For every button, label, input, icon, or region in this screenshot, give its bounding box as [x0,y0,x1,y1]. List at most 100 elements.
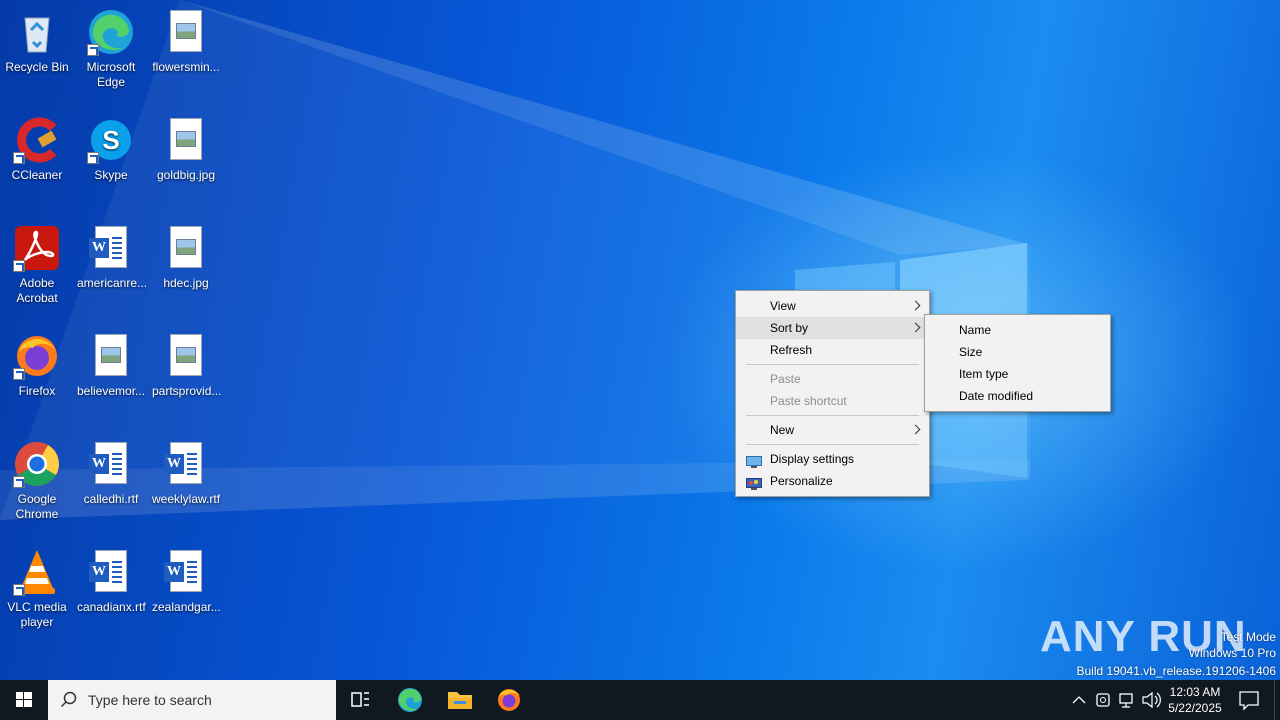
image-file-icon [162,332,210,380]
desktop-icon-ccleaner[interactable]: CCleaner [1,110,73,183]
sort-item-name[interactable]: Name [925,319,1110,341]
sort-item-date-modified[interactable]: Date modified [925,385,1110,407]
shortcut-arrow-icon [87,152,99,164]
image-file-icon [162,116,210,164]
desktop-icon-believemor[interactable]: believemor... [75,326,147,399]
search-placeholder: Type here to search [88,692,212,708]
shortcut-arrow-icon [87,44,99,56]
desktop-icon-skype[interactable]: S Skype [75,110,147,183]
chevron-right-icon [910,322,921,333]
desktop-icon-calledhi[interactable]: W calledhi.rtf [75,434,147,507]
tray-app-icon[interactable] [1092,680,1114,720]
desktop-icon-zealandgar[interactable]: W zealandgar... [150,542,222,615]
taskbar-file-explorer-button[interactable] [434,680,484,720]
menu-item-sort-by[interactable]: Sort by [736,317,929,339]
menu-item-paste[interactable]: Paste [736,368,929,390]
desktop-icon-microsoft-edge[interactable]: Microsoft Edge [75,2,147,90]
shortcut-arrow-icon [13,476,25,488]
menu-item-label: Sort by [770,321,809,335]
menu-item-personalize[interactable]: Personalize [736,470,929,492]
show-hidden-icons-button[interactable] [1068,680,1090,720]
menu-item-paste-shortcut[interactable]: Paste shortcut [736,390,929,412]
desktop-icon-partsprovid[interactable]: partsprovid... [150,326,222,399]
display-settings-icon [746,453,762,468]
menu-item-label: Size [959,345,983,359]
word-doc-icon: W [162,548,210,596]
shortcut-arrow-icon [13,260,25,272]
desktop-icon-label: CCleaner [11,168,63,182]
desktop-icon-canadianx[interactable]: W canadianx.rtf [75,542,147,615]
desktop-icon-recycle-bin[interactable]: Recycle Bin [1,2,73,75]
desktop[interactable]: Recycle Bin Microsoft Edge flowersmin...… [0,0,1280,680]
desktop-icon-label: partsprovid... [152,384,222,398]
menu-item-label: View [770,299,796,313]
menu-item-new[interactable]: New [736,419,929,441]
taskbar-firefox-button[interactable] [484,680,534,720]
recycle-bin-icon [13,8,61,56]
task-view-icon [351,692,369,707]
word-doc-icon: W [87,548,135,596]
sort-item-size[interactable]: Size [925,341,1110,363]
personalize-icon [746,475,762,490]
menu-item-label: Paste shortcut [770,394,847,408]
acrobat-icon [13,224,61,272]
chevron-up-icon [1072,696,1086,704]
menu-item-view[interactable]: View [736,295,929,317]
shortcut-arrow-icon [13,152,25,164]
taskbar-search-box[interactable]: Type here to search [48,680,336,720]
clock[interactable]: 12:03 AM 5/22/2025 [1162,680,1228,720]
menu-item-label: Date modified [959,389,1034,403]
firefox-icon [498,689,520,711]
menu-item-label: Item type [959,367,1009,381]
menu-item-refresh[interactable]: Refresh [736,339,929,361]
watermark-test-mode: Test Mode [1220,630,1276,644]
volume-icon [1142,691,1161,709]
desktop-icon-google-chrome[interactable]: Google Chrome [1,434,73,522]
menu-item-display-settings[interactable]: Display settings [736,448,929,470]
desktop-icon-hdec[interactable]: hdec.jpg [150,218,222,291]
taskbar-edge-button[interactable] [386,680,434,720]
tray-app-icon [1096,693,1110,707]
edge-icon [87,8,135,56]
chevron-right-icon [910,424,921,435]
volume-button[interactable] [1140,680,1162,720]
desktop-icon-weeklylaw[interactable]: W weeklylaw.rtf [150,434,222,507]
taskbar: Type here to search 12:03 AM 5/22/2025 [0,680,1280,720]
windows-logo-icon [16,692,32,707]
search-icon [60,691,77,708]
sort-item-item-type[interactable]: Item type [925,363,1110,385]
menu-item-label: Refresh [770,343,813,357]
menu-item-label: New [770,423,795,437]
desktop-icon-americanre[interactable]: W americanre... [75,218,147,291]
desktop-icon-label: Microsoft Edge [86,60,136,89]
desktop-icon-label: Adobe Acrobat [16,276,58,305]
desktop-icon-flowersmin[interactable]: flowersmin... [150,2,222,75]
desktop-icon-label: Firefox [18,384,56,398]
menu-item-label: Name [959,323,992,337]
desktop-icon-vlc-media-player[interactable]: VLC media player [1,542,73,630]
image-file-icon [87,332,135,380]
shortcut-arrow-icon [13,584,25,596]
vlc-icon [13,548,61,596]
desktop-icon-firefox[interactable]: Firefox [1,326,73,399]
action-center-button[interactable] [1232,680,1266,720]
desktop-icon-label: canadianx.rtf [77,600,146,614]
clock-time: 12:03 AM [1169,685,1221,699]
word-doc-icon: W [87,440,135,488]
firefox-icon [13,332,61,380]
show-desktop-button[interactable] [1274,680,1280,720]
start-button[interactable] [0,680,48,720]
watermark-edition: Windows 10 Pro [1188,646,1276,660]
desktop-icon-adobe-acrobat[interactable]: Adobe Acrobat [1,218,73,306]
skype-icon: S [87,116,135,164]
image-file-icon [162,224,210,272]
network-button[interactable] [1116,680,1138,720]
network-icon [1119,693,1133,708]
desktop-icon-label: weeklylaw.rtf [152,492,221,506]
desktop-icon-label: flowersmin... [152,60,220,74]
menu-separator [746,444,919,445]
desktop-icon-goldbig[interactable]: goldbig.jpg [150,110,222,183]
task-view-button[interactable] [336,680,384,720]
desktop-context-menu: View Sort by Refresh Paste Paste shortcu… [735,290,930,497]
word-doc-icon: W [87,224,135,272]
